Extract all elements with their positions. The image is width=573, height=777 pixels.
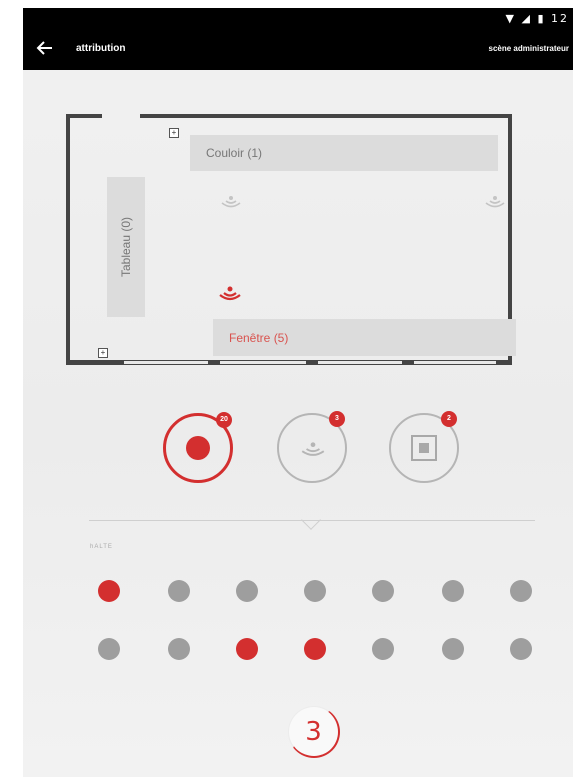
- seat-dot-icon: [186, 436, 210, 460]
- count-badge: 2: [441, 411, 457, 427]
- divider-notch: [301, 510, 321, 530]
- step-indicator: 3: [288, 706, 340, 758]
- zone-couloir[interactable]: Couloir (1): [190, 135, 498, 171]
- seat-dot[interactable]: [168, 580, 190, 602]
- beacon-icon: [301, 442, 325, 456]
- mode-beacon-button[interactable]: 3: [277, 411, 347, 483]
- seat-dot[interactable]: [168, 638, 190, 660]
- count-badge: 3: [329, 411, 345, 427]
- seat-dot[interactable]: [236, 638, 258, 660]
- floor-plan: + + Couloir (1) Tableau (0) Fenêtre (5): [23, 8, 573, 777]
- corner-plus-icon[interactable]: +: [169, 128, 179, 138]
- zone-couloir-label: Couloir (1): [206, 146, 263, 160]
- seat-dot[interactable]: [304, 638, 326, 660]
- mode-zone-button[interactable]: 2: [389, 411, 459, 483]
- seat-dot[interactable]: [442, 580, 464, 602]
- zone-tableau-label: Tableau (0): [119, 216, 133, 278]
- seat-dot[interactable]: [304, 580, 326, 602]
- count-badge: 20: [216, 412, 232, 428]
- seat-dot[interactable]: [510, 638, 532, 660]
- corner-plus-icon[interactable]: +: [98, 348, 108, 358]
- beacon-active-icon[interactable]: [217, 284, 243, 302]
- seat-dot[interactable]: [236, 580, 258, 602]
- zone-fenetre-label: Fenêtre (5): [229, 331, 289, 345]
- seat-dot[interactable]: [372, 638, 394, 660]
- zone-fenetre[interactable]: Fenêtre (5): [213, 319, 516, 356]
- mode-seat-button[interactable]: 20: [163, 412, 233, 483]
- section-label: hALTE: [90, 544, 113, 550]
- beacon-icon[interactable]: [218, 192, 244, 210]
- window-segment: [318, 361, 402, 364]
- seat-dot[interactable]: [372, 580, 394, 602]
- app-screen: ▼ ◢ ▮ 12 attribution scène administrateu…: [23, 8, 573, 777]
- square-zone-icon: [411, 435, 437, 461]
- window-segment: [124, 361, 208, 364]
- seat-dot[interactable]: [98, 580, 120, 602]
- seat-dot[interactable]: [510, 580, 532, 602]
- beacon-icon[interactable]: [482, 192, 508, 210]
- window-segment: [220, 361, 306, 364]
- seat-dot[interactable]: [442, 638, 464, 660]
- zone-tableau[interactable]: Tableau (0): [107, 177, 145, 317]
- seat-dot[interactable]: [98, 638, 120, 660]
- window-segment: [414, 361, 496, 364]
